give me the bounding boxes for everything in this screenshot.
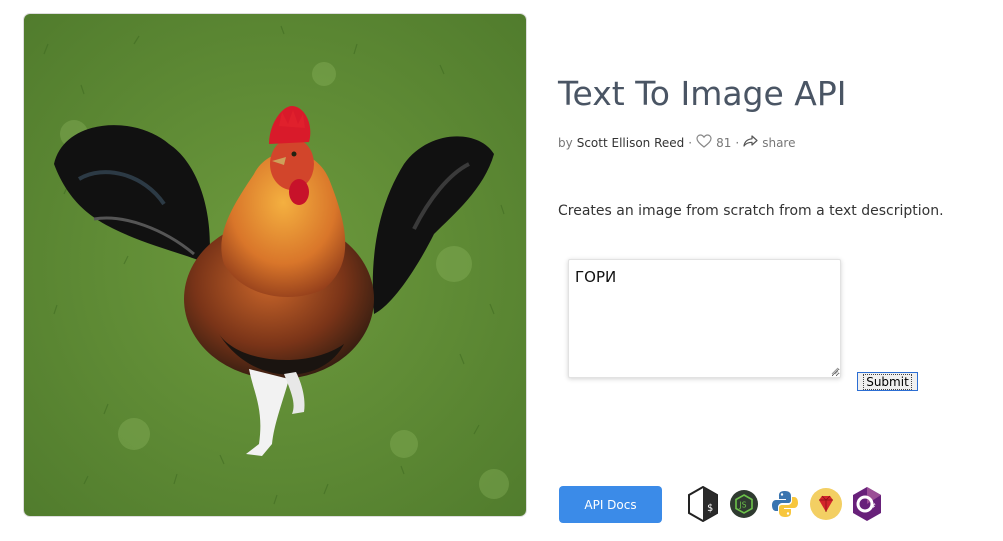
api-description: Creates an image from scratch from a tex… (558, 203, 944, 219)
bash-icon[interactable]: $ (686, 486, 720, 522)
submit-button[interactable]: Submit (857, 372, 918, 391)
language-icons: $ JS # (686, 486, 884, 522)
meta-separator-2: · (735, 135, 740, 150)
nodejs-icon[interactable]: JS (727, 486, 761, 522)
svg-text:$: $ (707, 503, 713, 514)
like-count: 81 (716, 135, 732, 150)
by-prefix: by (558, 135, 573, 150)
api-docs-button[interactable]: API Docs (559, 486, 662, 523)
resize-grip-icon[interactable] (830, 366, 839, 375)
csharp-icon[interactable]: # (850, 486, 884, 522)
api-meta: by Scott Ellison Reed · 81 · share (558, 134, 795, 151)
heart-icon[interactable] (696, 134, 712, 151)
ruby-icon[interactable] (809, 486, 843, 522)
page-title: Text To Image API (558, 74, 847, 113)
prompt-input[interactable]: ГОРИ (568, 259, 841, 378)
generated-image (24, 14, 526, 516)
share-icon[interactable] (743, 135, 758, 150)
submit-label: Submit (863, 373, 912, 390)
svg-text:#: # (870, 502, 876, 510)
share-link[interactable]: share (762, 136, 795, 150)
python-icon[interactable] (768, 486, 802, 522)
rooster-image (24, 14, 526, 516)
author-link[interactable]: Scott Ellison Reed (577, 136, 685, 150)
meta-separator: · (688, 135, 693, 150)
svg-text:JS: JS (739, 501, 747, 510)
